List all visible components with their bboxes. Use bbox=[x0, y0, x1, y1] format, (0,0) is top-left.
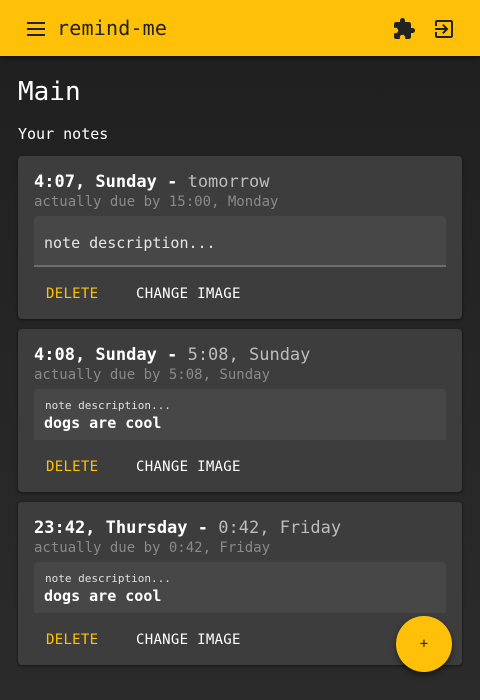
app-title: remind-me bbox=[57, 16, 168, 40]
note-due-text: actually due by 15:00, Monday bbox=[34, 194, 279, 210]
note-description-label: note description... bbox=[45, 399, 171, 412]
change-image-button[interactable]: CHANGE IMAGE bbox=[136, 457, 241, 477]
change-image-button[interactable]: CHANGE IMAGE bbox=[136, 284, 241, 304]
note-card: 4:07, Sunday - tomorrow actually due by … bbox=[18, 156, 462, 319]
note-description-value: dogs are cool bbox=[44, 587, 162, 605]
note-due-text: actually due by 5:08, Sunday bbox=[34, 367, 271, 383]
note-time: 23:42, Thursday bbox=[34, 518, 188, 538]
puzzle-icon[interactable] bbox=[392, 17, 416, 41]
note-description-label: note description... bbox=[45, 572, 171, 585]
note-relative-time: tomorrow bbox=[187, 172, 270, 192]
note-description-value: dogs are cool bbox=[44, 414, 162, 432]
note-description-field[interactable]: note description... dogs are cool bbox=[34, 562, 446, 613]
note-heading: 23:42, Thursday - 0:42, Friday bbox=[34, 517, 341, 539]
note-due-text: actually due by 0:42, Friday bbox=[34, 540, 271, 556]
page-title: Main bbox=[18, 77, 81, 107]
delete-button[interactable]: DELETE bbox=[46, 457, 98, 477]
note-separator: - bbox=[167, 172, 178, 192]
delete-button[interactable]: DELETE bbox=[46, 630, 98, 650]
note-description-field[interactable]: note description... dogs are cool bbox=[34, 389, 446, 440]
note-relative-time: 5:08, Sunday bbox=[187, 345, 311, 365]
app-bar: remind-me bbox=[0, 0, 480, 56]
note-separator: - bbox=[197, 518, 209, 538]
menu-icon[interactable] bbox=[24, 17, 48, 41]
note-relative-time: 0:42, Friday bbox=[218, 518, 342, 538]
note-time: 4:08, Sunday bbox=[34, 345, 157, 365]
note-time: 4:07, Sunday bbox=[34, 172, 157, 192]
note-separator: - bbox=[167, 345, 178, 365]
change-image-button[interactable]: CHANGE IMAGE bbox=[136, 630, 241, 650]
note-description-field[interactable]: note description... bbox=[34, 216, 446, 267]
delete-button[interactable]: DELETE bbox=[46, 284, 98, 304]
note-description-placeholder: note description... bbox=[44, 234, 216, 252]
note-heading: 4:08, Sunday - 5:08, Sunday bbox=[34, 344, 310, 366]
note-card: 4:08, Sunday - 5:08, Sunday actually due… bbox=[18, 329, 462, 492]
note-heading: 4:07, Sunday - tomorrow bbox=[34, 171, 269, 193]
add-note-button[interactable]: + bbox=[396, 616, 452, 672]
section-label: Your notes bbox=[18, 125, 109, 143]
logout-icon[interactable] bbox=[432, 17, 456, 41]
